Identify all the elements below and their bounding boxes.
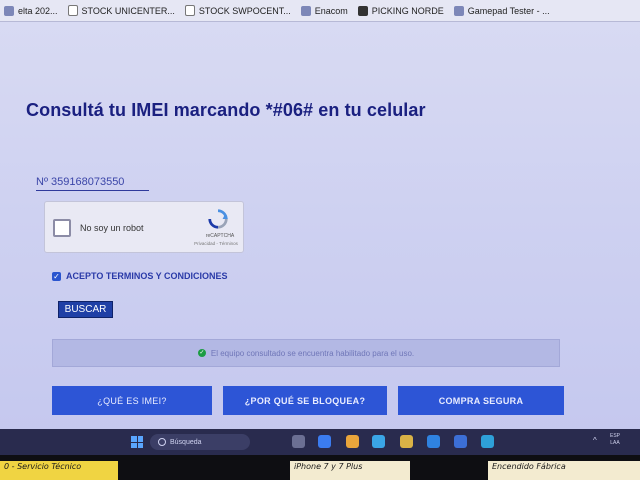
- file-icon: [184, 5, 195, 16]
- sticker-label: iPhone 7 y 7 Plus: [290, 461, 410, 480]
- edge-icon[interactable]: [427, 435, 440, 448]
- bookmark-item[interactable]: Enacom: [300, 5, 348, 16]
- gamepad-icon: [453, 5, 464, 16]
- search-icon: [158, 438, 166, 446]
- status-message-bar: ✓ El equipo consultado se encuentra habi…: [52, 339, 560, 367]
- windows-start-icon[interactable]: [131, 436, 143, 448]
- page-title: Consultá tu IMEI marcando *#06# en tu ce…: [26, 100, 426, 120]
- why-blocked-button[interactable]: ¿POR QUÉ SE BLOQUEA?: [223, 386, 387, 415]
- file-explorer-icon[interactable]: [400, 435, 413, 448]
- taskbar: Búsqueda ^ ESP LAA: [0, 429, 640, 455]
- language-indicator[interactable]: ESP LAA: [610, 433, 620, 447]
- taskbar-search[interactable]: Búsqueda: [150, 434, 250, 450]
- checkmark-icon[interactable]: ✓: [52, 271, 61, 281]
- chrome-icon[interactable]: [346, 435, 359, 448]
- check-circle-icon: ✓: [197, 349, 206, 357]
- app-icon[interactable]: [481, 435, 494, 448]
- terms-label: ACEPTO TERMINOS Y CONDICIONES: [66, 271, 228, 281]
- terms-checkbox-row[interactable]: ✓ ACEPTO TERMINOS Y CONDICIONES: [52, 271, 228, 281]
- recaptcha-label: No soy un robot: [80, 223, 144, 233]
- recaptcha-brand: reCAPTCHA: [205, 233, 235, 239]
- bookmark-icon: [4, 5, 14, 16]
- imei-input[interactable]: [36, 176, 149, 191]
- chat-icon[interactable]: [318, 435, 331, 448]
- bookmark-item[interactable]: PICKING NORDE: [357, 5, 444, 16]
- what-is-imei-button[interactable]: ¿QUÉ ES IMEI?: [52, 386, 212, 415]
- taskbar-search-placeholder: Búsqueda: [170, 438, 202, 446]
- bookmark-item[interactable]: elta 202...: [4, 5, 58, 16]
- enacom-icon: [300, 5, 311, 16]
- sticker-label: Encendido Fábrica: [488, 461, 640, 480]
- recaptcha-icon: [208, 209, 229, 229]
- x-icon: [357, 5, 368, 16]
- safe-purchase-button[interactable]: COMPRA SEGURA: [398, 386, 564, 415]
- bookmark-item[interactable]: STOCK SWPOCENT...: [184, 5, 291, 16]
- app-icon[interactable]: [454, 435, 467, 448]
- task-view-icon[interactable]: [292, 435, 305, 448]
- file-icon: [67, 5, 78, 16]
- recaptcha-terms-link[interactable]: Privacidad - Términos: [188, 241, 244, 246]
- chevron-up-icon[interactable]: ^: [593, 436, 597, 445]
- search-button[interactable]: BUSCAR: [58, 301, 113, 318]
- bookmark-item[interactable]: STOCK UNICENTER...: [67, 5, 175, 16]
- recaptcha-widget: No soy un robot reCAPTCHA Privacidad - T…: [44, 201, 244, 253]
- bookmark-item[interactable]: Gamepad Tester - ...: [453, 5, 550, 16]
- status-message: El equipo consultado se encuentra habili…: [210, 348, 415, 358]
- screen: elta 202... STOCK UNICENTER... STOCK SWP…: [0, 0, 640, 480]
- store-icon[interactable]: [372, 435, 385, 448]
- recaptcha-checkbox[interactable]: [53, 219, 71, 237]
- sticker-label: 0 - Servicio Técnico: [0, 461, 118, 480]
- bookmarks-bar: elta 202... STOCK UNICENTER... STOCK SWP…: [0, 0, 640, 22]
